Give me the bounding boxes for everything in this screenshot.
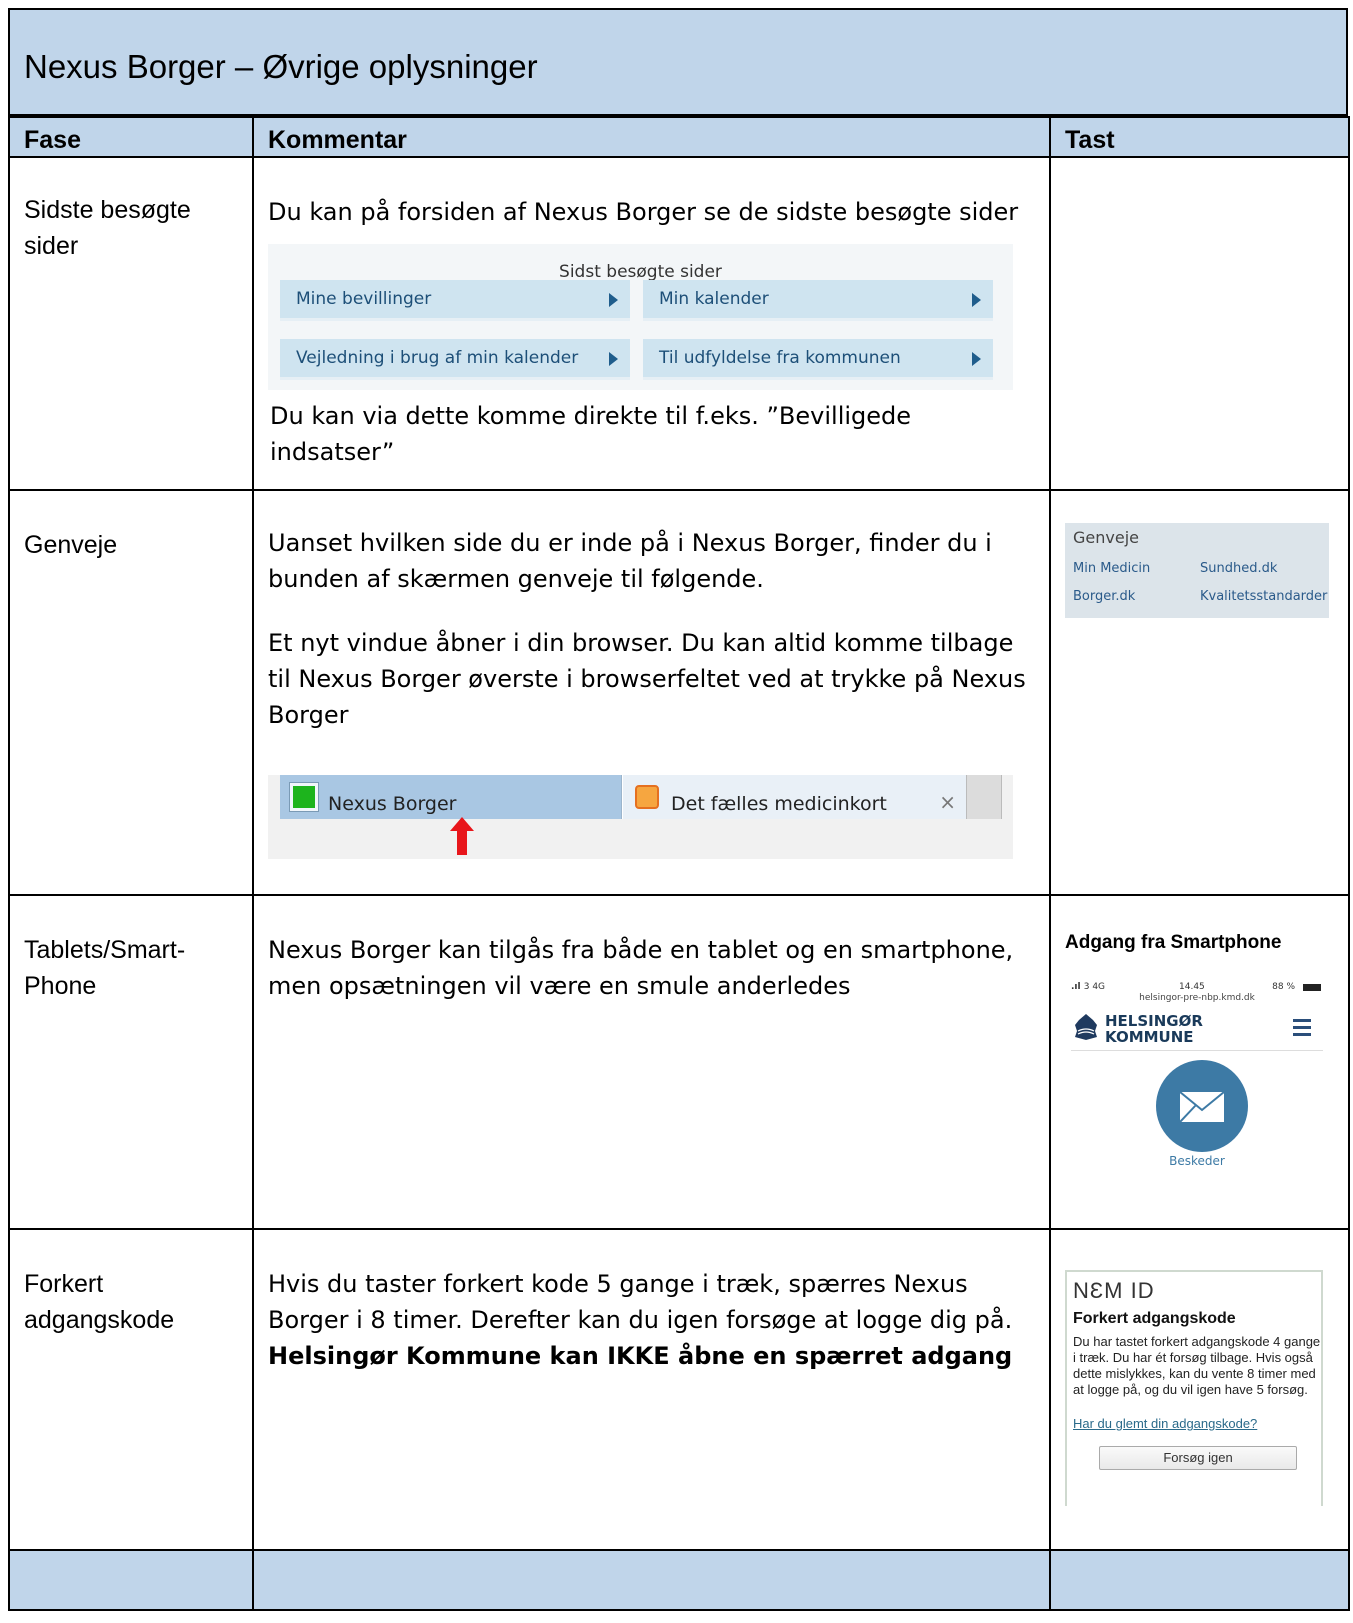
key-cell: NƐM ID Forkert adgangskode Du har tastet… — [1049, 1228, 1350, 1551]
helsingor-header: HELSINGØR KOMMUNE — [1071, 1007, 1323, 1051]
recent-page-label: Vejledning i brug af min kalender — [296, 348, 579, 368]
close-icon[interactable]: × — [939, 784, 956, 820]
comment-text: Du kan via dette komme direkte til f.eks… — [270, 402, 912, 466]
browser-tab-strip: Nexus Borger Det fælles medicinkort × — [268, 775, 1013, 859]
footer-cell — [1049, 1549, 1350, 1611]
header-comment: Kommentar — [252, 116, 1051, 158]
browser-tab-nexus[interactable]: Nexus Borger — [280, 775, 622, 819]
table-row: Tablets/Smart-Phone Nexus Borger kan til… — [8, 894, 1350, 1230]
shortcut-link[interactable]: Min Medicin — [1073, 561, 1150, 576]
messages-button[interactable] — [1156, 1060, 1248, 1152]
red-arrow-up-icon — [450, 817, 474, 855]
envelope-icon — [1180, 1092, 1224, 1122]
table-row: Sidste besøgte sider Du kan på forsiden … — [8, 156, 1350, 491]
smartphone-title: Adgang fra Smartphone — [1065, 932, 1282, 953]
menu-icon[interactable] — [1293, 1019, 1311, 1040]
comment-cell: Uanset hvilken side du er inde på i Nexu… — [252, 489, 1051, 896]
recent-page-label: Til udfyldelse fra kommunen — [659, 348, 901, 368]
footer-row — [8, 1549, 1350, 1611]
comment-text: Hvis du taster forkert kode 5 gange i tr… — [268, 1270, 1013, 1334]
medicine-card-icon — [635, 785, 659, 809]
shortcut-link[interactable]: Borger.dk — [1073, 589, 1135, 604]
battery-text: 88 % — [1272, 982, 1295, 992]
phone-status-bar: .ıl 3 4G 14.45 88 % — [1071, 982, 1323, 992]
phase-label: Sidste besøgte sider — [24, 196, 191, 260]
time-text: 14.45 — [1179, 982, 1205, 992]
key-cell: Adgang fra Smartphone .ıl 3 4G 14.45 88 … — [1049, 894, 1350, 1230]
footer-cell — [252, 1549, 1051, 1611]
table-row: Genveje Uanset hvilken side du er inde p… — [8, 489, 1350, 896]
recent-page-label: Mine bevillinger — [296, 289, 432, 309]
comment-cell: Hvis du taster forkert kode 5 gange i tr… — [252, 1228, 1051, 1551]
table-row: Forkert adgangskode Hvis du taster forke… — [8, 1228, 1350, 1551]
shortcut-link[interactable]: Kvalitetsstandarder — [1200, 589, 1327, 604]
browser-tab-medicinkort[interactable]: Det fælles medicinkort × — [622, 775, 966, 819]
phase-cell: Sidste besøgte sider — [8, 156, 254, 491]
brand-line: KOMMUNE — [1105, 1028, 1194, 1046]
signal-text: 3 4G — [1083, 982, 1106, 992]
recent-page-button[interactable]: Vejledning i brug af min kalender — [280, 339, 630, 380]
header-key: Tast — [1049, 116, 1350, 158]
nexus-favicon-icon — [289, 782, 319, 812]
battery-icon — [1303, 984, 1321, 991]
arrow-right-icon — [609, 293, 618, 307]
comment-cell: Du kan på forsiden af Nexus Borger se de… — [252, 156, 1051, 491]
tab-label: Det fælles medicinkort — [671, 793, 887, 815]
title-bar: Nexus Borger – Øvrige oplysninger — [8, 8, 1348, 116]
nemid-logo: NƐM ID — [1073, 1278, 1155, 1303]
url-text: helsingor-pre-nbp.kmd.dk — [1139, 993, 1255, 1003]
arrow-right-icon — [609, 352, 618, 366]
tab-strip-end — [966, 775, 1002, 819]
recent-page-button[interactable]: Mine bevillinger — [280, 280, 630, 321]
comment-text: Uanset hvilken side du er inde på i Nexu… — [268, 529, 992, 593]
nemid-text: Du har tastet forkert adgangskode 4 gang… — [1073, 1334, 1321, 1397]
phase-label: Forkert adgangskode — [24, 1270, 175, 1334]
phase-cell: Tablets/Smart-Phone — [8, 894, 254, 1230]
arrow-right-icon — [972, 293, 981, 307]
key-cell — [1049, 156, 1350, 491]
shortcut-link[interactable]: Sundhed.dk — [1200, 561, 1277, 576]
comment-text: Nexus Borger kan tilgås fra både en tabl… — [268, 936, 1014, 1000]
retry-button[interactable]: Forsøg igen — [1099, 1446, 1297, 1470]
tab-label: Nexus Borger — [328, 793, 457, 815]
info-table: Fase Kommentar Tast Sidste besøgte sider… — [8, 116, 1350, 1611]
header-phase: Fase — [8, 116, 254, 158]
comment-bold-text: Helsingør Kommune kan IKKE åbne en spærr… — [268, 1342, 1013, 1370]
messages-label: Beskeder — [1169, 1154, 1225, 1168]
nemid-screenshot: NƐM ID Forkert adgangskode Du har tastet… — [1065, 1270, 1323, 1506]
phase-label: Tablets/Smart-Phone — [24, 936, 186, 1000]
header-row: Fase Kommentar Tast — [8, 116, 1350, 158]
brand-line: HELSINGØR — [1105, 1012, 1203, 1030]
comment-text: Et nyt vindue åbner i din browser. Du ka… — [268, 629, 1026, 729]
arrow-right-icon — [972, 352, 981, 366]
recent-page-button[interactable]: Min kalender — [643, 280, 993, 321]
recent-page-button[interactable]: Til udfyldelse fra kommunen — [643, 339, 993, 380]
phase-label: Genveje — [24, 531, 118, 559]
shortcuts-title: Genveje — [1073, 528, 1139, 547]
comment-cell: Nexus Borger kan tilgås fra både en tabl… — [252, 894, 1051, 1230]
forgot-password-link[interactable]: Har du glemt din adgangskode? — [1073, 1416, 1257, 1431]
helsingor-crest-icon — [1075, 1014, 1097, 1040]
helsingor-logo-text: HELSINGØR KOMMUNE — [1105, 1013, 1203, 1045]
footer-cell — [8, 1549, 254, 1611]
recent-page-label: Min kalender — [659, 289, 769, 309]
nemid-heading: Forkert adgangskode — [1073, 1310, 1236, 1327]
shortcuts-widget: Genveje Min Medicin Sundhed.dk Borger.dk… — [1065, 523, 1329, 618]
phase-cell: Genveje — [8, 489, 254, 896]
page-title: Nexus Borger – Øvrige oplysninger — [24, 48, 538, 85]
smartphone-screenshot: .ıl 3 4G 14.45 88 % helsingor-pre-nbp.km… — [1065, 974, 1329, 1169]
comment-text: Du kan på forsiden af Nexus Borger se de… — [268, 198, 1019, 226]
phase-cell: Forkert adgangskode — [8, 1228, 254, 1551]
key-cell: Genveje Min Medicin Sundhed.dk Borger.dk… — [1049, 489, 1350, 896]
recent-pages-widget: Sidst besøgte sider Mine bevillinger Min… — [268, 244, 1013, 390]
